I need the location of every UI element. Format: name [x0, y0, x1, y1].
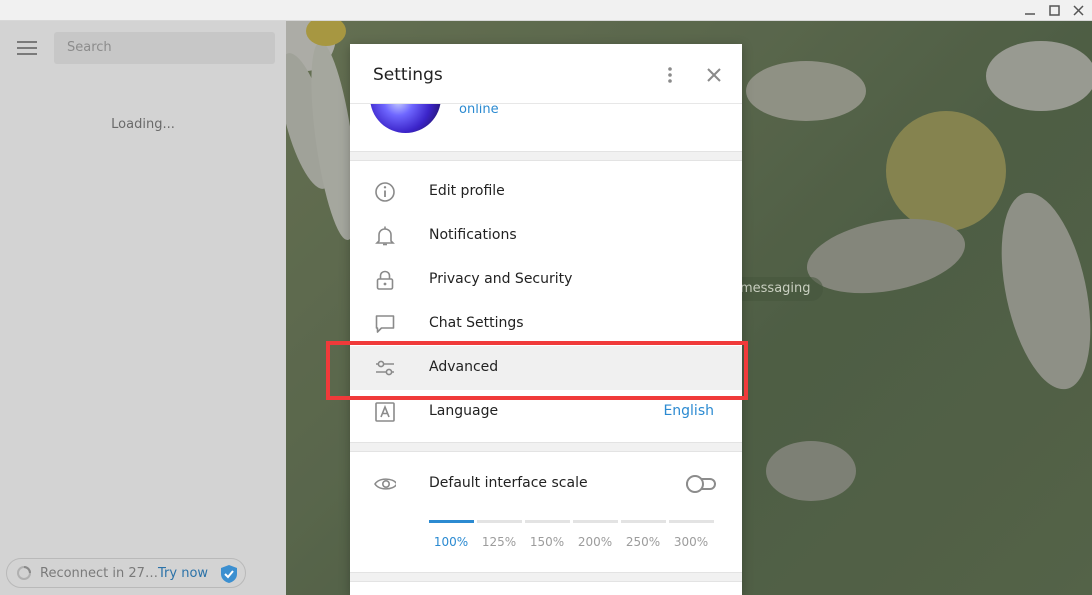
section-divider [350, 442, 742, 452]
search-placeholder: Search [67, 40, 112, 55]
settings-dialog: Settings online Edit profile Notificatio… [350, 44, 742, 595]
close-icon[interactable] [1066, 2, 1090, 19]
scale-option-200[interactable]: 200% [572, 535, 618, 549]
maximize-icon[interactable] [1042, 2, 1066, 19]
menu-item-label: Chat Settings [429, 315, 524, 331]
eye-icon [374, 473, 396, 495]
reconnect-text: Reconnect in 27 s... [40, 566, 158, 581]
scale-option-100[interactable]: 100% [428, 535, 474, 549]
interface-scale-row[interactable]: Default interface scale [350, 462, 742, 506]
scale-segment[interactable] [525, 520, 570, 523]
menu-item-label: Edit profile [429, 183, 505, 199]
language-value: English [663, 403, 714, 419]
scale-segment[interactable] [669, 520, 714, 523]
scale-segment[interactable] [429, 520, 474, 523]
profile-status: online [459, 102, 499, 117]
spinner-icon [16, 565, 32, 585]
scale-option-125[interactable]: 125% [476, 535, 522, 549]
scale-option-250[interactable]: 250% [620, 535, 666, 549]
toggle-knob [686, 475, 704, 493]
hamburger-menu-icon[interactable] [14, 37, 40, 59]
loading-text: Loading... [111, 117, 175, 132]
scale-label: Default interface scale [429, 475, 588, 491]
menu-item-chat-settings[interactable]: Chat Settings [350, 302, 742, 346]
bell-icon [374, 225, 396, 247]
chat-list-panel: Search Loading... Reconnect in 27 s... T… [0, 21, 286, 595]
menu-item-notifications[interactable]: Notifications [350, 214, 742, 258]
scale-option-150[interactable]: 150% [524, 535, 570, 549]
section-divider [350, 151, 742, 161]
shield-check-icon [220, 564, 238, 588]
close-dialog-icon[interactable] [703, 65, 725, 85]
menu-item-privacy-security[interactable]: Privacy and Security [350, 258, 742, 302]
menu-item-label: Language [429, 403, 499, 419]
scale-option-300[interactable]: 300% [668, 535, 714, 549]
menu-item-label: Notifications [429, 227, 517, 243]
window-title-bar [0, 0, 1092, 21]
menu-item-label: Privacy and Security [429, 271, 573, 287]
dialog-title: Settings [373, 65, 443, 85]
reconnect-bar: Reconnect in 27 s... Try now [6, 558, 246, 588]
scale-toggle[interactable] [686, 475, 716, 493]
search-input[interactable]: Search [54, 32, 275, 64]
scale-segment[interactable] [573, 520, 618, 523]
section-divider [350, 572, 742, 582]
try-now-link[interactable]: Try now [158, 566, 208, 581]
lock-icon [374, 269, 396, 291]
info-icon [374, 181, 396, 203]
language-icon [374, 401, 396, 423]
dialog-header: Settings [350, 44, 742, 104]
scale-segment[interactable] [477, 520, 522, 523]
scale-segment[interactable] [621, 520, 666, 523]
highlight-box [326, 341, 748, 400]
more-vertical-icon[interactable] [660, 64, 680, 86]
minimize-icon[interactable] [1018, 2, 1042, 19]
chat-bubble-icon [374, 313, 396, 335]
menu-item-edit-profile[interactable]: Edit profile [350, 170, 742, 214]
